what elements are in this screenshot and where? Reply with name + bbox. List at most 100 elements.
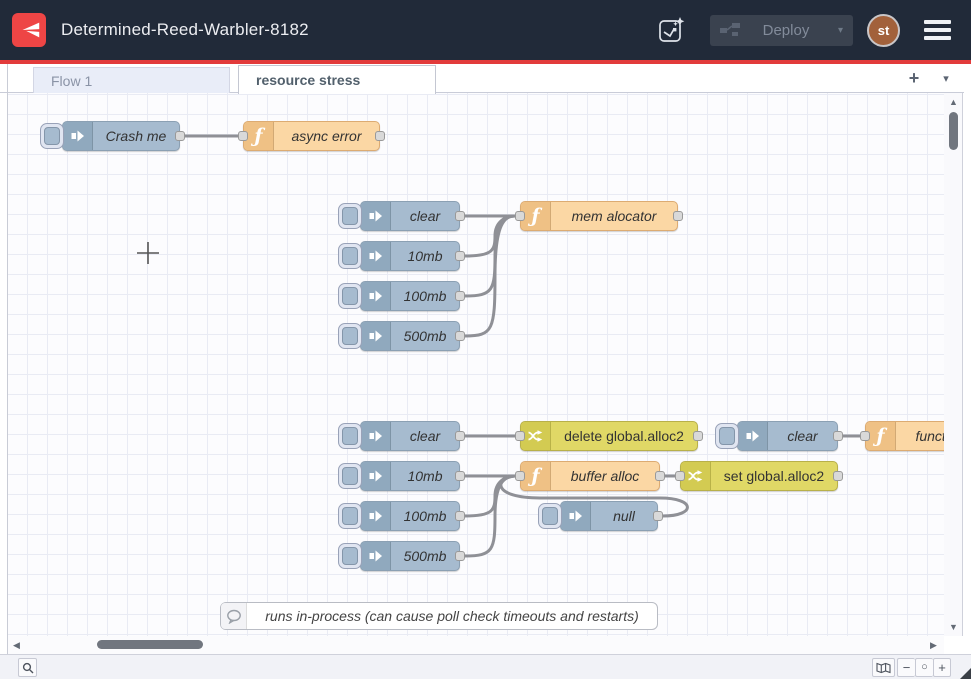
node-icon xyxy=(738,422,768,450)
tab-label: resource stress xyxy=(256,72,360,88)
inject-button[interactable] xyxy=(338,503,362,529)
vertical-scrollbar-thumb[interactable] xyxy=(949,112,958,150)
flow-list-caret-icon[interactable]: ▾ xyxy=(936,68,956,88)
output-port[interactable] xyxy=(655,471,665,481)
node-inject[interactable]: 100mb xyxy=(360,281,460,311)
output-port[interactable] xyxy=(455,471,465,481)
output-port[interactable] xyxy=(833,471,843,481)
node-label: delete global.alloc2 xyxy=(551,422,697,450)
scroll-down-icon[interactable]: ▼ xyxy=(949,623,958,632)
node-label: Crash me xyxy=(93,122,179,150)
node-inject[interactable]: 10mb xyxy=(360,241,460,271)
function-f-icon: ƒ xyxy=(531,207,539,226)
output-port[interactable] xyxy=(455,331,465,341)
inject-arrow-icon xyxy=(368,248,384,264)
tab-flow-1[interactable]: Flow 1 xyxy=(33,67,230,93)
node-function[interactable]: ƒfunction xyxy=(865,421,944,451)
node-inject[interactable]: clear xyxy=(737,421,838,451)
inject-arrow-icon xyxy=(368,208,384,224)
output-port[interactable] xyxy=(455,251,465,261)
inject-arrow-icon xyxy=(368,468,384,484)
node-change[interactable]: set global.alloc2 xyxy=(680,461,838,491)
inject-button[interactable] xyxy=(338,543,362,569)
zoom-out-button[interactable]: − xyxy=(897,658,915,677)
inject-arrow-icon xyxy=(568,508,584,524)
output-port[interactable] xyxy=(175,131,185,141)
main-menu-icon[interactable] xyxy=(924,18,951,42)
node-inject[interactable]: 100mb xyxy=(360,501,460,531)
output-port[interactable] xyxy=(375,131,385,141)
output-port[interactable] xyxy=(833,431,843,441)
vertical-scrollbar[interactable]: ▲ ▼ xyxy=(944,93,963,636)
wire[interactable] xyxy=(465,476,515,516)
header-bar: Determined-Reed-Warbler-8182 Deploy ▾ st xyxy=(0,0,971,60)
add-flow-button[interactable]: + xyxy=(903,67,925,89)
workspace-tabbar: Flow 1 resource stress xyxy=(0,64,971,93)
output-port[interactable] xyxy=(455,551,465,561)
output-port[interactable] xyxy=(673,211,683,221)
inject-button[interactable] xyxy=(338,463,362,489)
deploy-button[interactable]: Deploy ▾ xyxy=(710,15,853,46)
node-change[interactable]: delete global.alloc2 xyxy=(520,421,698,451)
output-port[interactable] xyxy=(693,431,703,441)
node-inject[interactable]: 500mb xyxy=(360,541,460,571)
inject-button[interactable] xyxy=(338,423,362,449)
node-icon xyxy=(361,462,391,490)
input-port[interactable] xyxy=(675,471,685,481)
node-label: buffer alloc xyxy=(551,462,659,490)
inject-button[interactable] xyxy=(538,503,562,529)
assistant-sparkle-icon[interactable] xyxy=(656,14,688,46)
node-inject[interactable]: Crash me xyxy=(62,121,180,151)
deploy-caret-icon[interactable]: ▾ xyxy=(838,25,843,36)
node-icon xyxy=(561,502,591,530)
search-button[interactable] xyxy=(18,658,37,677)
node-function[interactable]: ƒbuffer alloc xyxy=(520,461,660,491)
input-port[interactable] xyxy=(515,471,525,481)
node-label: clear xyxy=(768,422,837,450)
horizontal-scrollbar[interactable]: ◀ ▶ xyxy=(8,636,944,654)
node-comment[interactable]: runs in-process (can cause poll check ti… xyxy=(220,602,658,630)
horizontal-scrollbar-thumb[interactable] xyxy=(97,640,203,649)
scroll-left-icon[interactable]: ◀ xyxy=(13,641,20,650)
user-avatar[interactable]: st xyxy=(867,14,900,47)
node-function[interactable]: ƒasync error xyxy=(243,121,380,151)
node-inject[interactable]: clear xyxy=(360,421,460,451)
flow-canvas[interactable]: Crash me ƒasync error clear 10mb 100mb 500mb ƒ… xyxy=(8,93,944,636)
zoom-reset-button[interactable]: ○ xyxy=(915,658,933,677)
inject-button[interactable] xyxy=(338,203,362,229)
inject-button[interactable] xyxy=(40,123,64,149)
inject-button[interactable] xyxy=(715,423,739,449)
output-port[interactable] xyxy=(653,511,663,521)
node-label: 100mb xyxy=(391,502,459,530)
function-f-icon: ƒ xyxy=(254,127,262,146)
navigator-button[interactable] xyxy=(872,658,895,677)
node-inject[interactable]: 10mb xyxy=(360,461,460,491)
output-port[interactable] xyxy=(455,511,465,521)
scroll-up-icon[interactable]: ▲ xyxy=(949,98,958,107)
input-port[interactable] xyxy=(515,211,525,221)
scroll-right-icon[interactable]: ▶ xyxy=(930,641,937,650)
wire[interactable] xyxy=(465,216,515,336)
node-inject[interactable]: 500mb xyxy=(360,321,460,351)
input-port[interactable] xyxy=(515,431,525,441)
node-function[interactable]: ƒmem alocator xyxy=(520,201,678,231)
inject-button[interactable] xyxy=(338,323,362,349)
zoom-in-button[interactable]: + xyxy=(933,658,951,677)
inject-arrow-icon xyxy=(745,428,761,444)
input-port[interactable] xyxy=(860,431,870,441)
node-inject[interactable]: null xyxy=(560,501,658,531)
tab-resource-stress[interactable]: resource stress xyxy=(238,65,436,94)
node-inject[interactable]: clear xyxy=(360,201,460,231)
node-label: 10mb xyxy=(391,462,459,490)
input-port[interactable] xyxy=(238,131,248,141)
output-port[interactable] xyxy=(455,291,465,301)
resize-grip[interactable] xyxy=(960,668,971,679)
node-label: runs in-process (can cause poll check ti… xyxy=(247,603,657,629)
node-icon xyxy=(361,242,391,270)
node-icon xyxy=(361,282,391,310)
wire[interactable] xyxy=(465,216,515,256)
output-port[interactable] xyxy=(455,431,465,441)
inject-button[interactable] xyxy=(338,243,362,269)
inject-button[interactable] xyxy=(338,283,362,309)
output-port[interactable] xyxy=(455,211,465,221)
